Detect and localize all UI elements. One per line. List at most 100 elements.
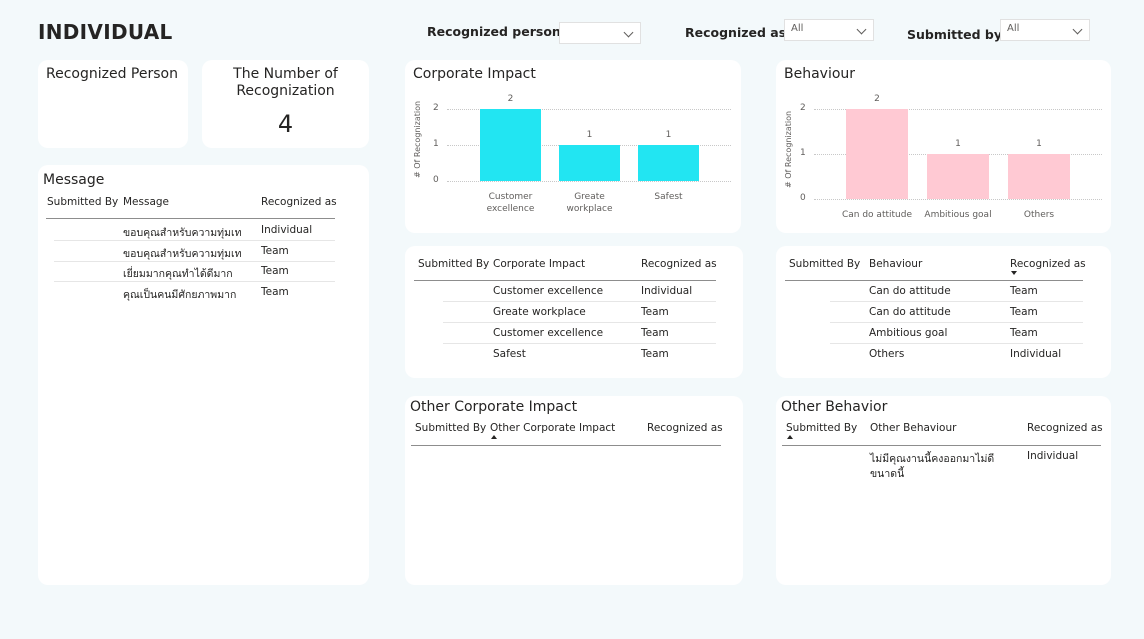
sort-ascending-icon[interactable] xyxy=(491,435,497,439)
y-tick-label: 1 xyxy=(433,139,439,149)
x-category-label: Customer excellence xyxy=(486,192,535,214)
column-header-submitted-by[interactable]: Submitted By xyxy=(789,258,860,270)
message-cell: ขอบคุณสำหรับความทุ่มเท xyxy=(123,227,242,239)
y-tick-label: 0 xyxy=(800,193,806,203)
other-behavior-title: Other Behavior xyxy=(781,399,888,415)
behaviour-chart-title: Behaviour xyxy=(784,66,856,82)
recognization-count-value: 4 xyxy=(277,110,294,138)
column-header-behaviour[interactable]: Behaviour xyxy=(869,258,922,270)
column-header-other-behaviour[interactable]: Other Behaviour xyxy=(870,422,956,434)
bar[interactable] xyxy=(846,109,908,199)
behaviour-cell: Can do attitude xyxy=(869,306,951,318)
slicer-label-recognized-as: Recognized as xyxy=(685,25,787,40)
bar[interactable] xyxy=(927,154,989,199)
row-divider xyxy=(443,322,716,323)
row-divider xyxy=(830,301,1083,302)
recognized-as-cell: Team xyxy=(1010,327,1038,339)
bar[interactable] xyxy=(559,145,620,181)
recognized-as-dropdown[interactable]: All xyxy=(784,19,874,41)
corporate-impact-cell: Customer excellence xyxy=(493,327,604,339)
column-header-recognized-as[interactable]: Recognized as xyxy=(261,196,337,208)
data-label: 1 xyxy=(586,130,593,140)
data-label: 2 xyxy=(874,94,880,104)
data-label: 1 xyxy=(1036,139,1042,149)
column-header-submitted-by[interactable]: Submitted By xyxy=(47,196,118,208)
row-divider xyxy=(830,322,1083,323)
slicer-label-submitted-by: Submitted by xyxy=(907,27,1002,42)
corporate-impact-table-card: Submitted By Corporate Impact Recognized… xyxy=(405,246,743,378)
recognized-as-cell: Team xyxy=(261,265,289,277)
chevron-down-icon xyxy=(1072,24,1083,35)
message-table-card: Message Submitted By Message Recognized … xyxy=(38,165,369,585)
row-divider xyxy=(54,281,335,282)
recognized-as-value: All xyxy=(791,23,804,34)
bar[interactable] xyxy=(1008,154,1070,199)
corporate-impact-cell: Customer excellence xyxy=(493,285,604,297)
recognization-count-card: The Number of Recognization 4 xyxy=(202,60,369,148)
data-label: 2 xyxy=(507,94,514,104)
row-divider xyxy=(830,343,1083,344)
row-divider xyxy=(54,261,335,262)
message-cell: คุณเป็นคนมีศักยภาพมาก xyxy=(123,289,237,301)
submitted-by-value: All xyxy=(1007,23,1020,34)
other-corporate-impact-title: Other Corporate Impact xyxy=(410,399,578,415)
sort-ascending-icon[interactable] xyxy=(787,435,793,439)
chevron-down-icon xyxy=(623,27,634,38)
message-cell: ขอบคุณสำหรับความทุ่มเท xyxy=(123,248,242,260)
x-category-label: Ambitious goal xyxy=(924,210,992,220)
recognized-as-cell: Team xyxy=(261,286,289,298)
y-tick-label: 0 xyxy=(433,175,439,185)
other-corporate-impact-card: Other Corporate Impact Submitted By Othe… xyxy=(405,396,743,585)
column-header-corporate-impact[interactable]: Corporate Impact xyxy=(493,258,585,270)
behaviour-cell: Can do attitude xyxy=(869,285,951,297)
other-behaviour-cell-line2: ขนาดนี้ xyxy=(870,468,905,480)
column-header-recognized-as[interactable]: Recognized as xyxy=(647,422,723,434)
y-tick-label: 2 xyxy=(800,103,806,113)
column-header-message[interactable]: Message xyxy=(123,196,169,208)
sort-descending-icon[interactable] xyxy=(1011,271,1017,275)
gridline xyxy=(447,181,731,182)
header-divider xyxy=(785,280,1083,281)
behaviour-table-card: Submitted By Behaviour Recognized as Can… xyxy=(776,246,1111,378)
message-cell: เยี่ยมมากคุณทำได้ดีมาก xyxy=(123,268,233,280)
corporate-impact-cell: Safest xyxy=(493,348,526,360)
column-header-recognized-as[interactable]: Recognized as xyxy=(641,258,717,270)
column-header-recognized-as[interactable]: Recognized as xyxy=(1010,258,1086,270)
recognized-as-cell: Individual xyxy=(641,285,693,297)
recognized-as-cell: Team xyxy=(641,306,669,318)
count-card-title-line1: The Number of xyxy=(233,66,338,82)
y-tick-label: 2 xyxy=(433,103,439,113)
bar[interactable] xyxy=(638,145,699,181)
slicer-recognized-person: Recognized person xyxy=(405,12,651,52)
column-header-other-corporate-impact[interactable]: Other Corporate Impact xyxy=(490,422,615,434)
y-axis-label: # Of Recognization xyxy=(413,100,422,178)
bar[interactable] xyxy=(480,109,541,181)
recognized-as-cell: Individual xyxy=(261,224,313,236)
corporate-impact-chart-title: Corporate Impact xyxy=(413,66,536,82)
submitted-by-dropdown[interactable]: All xyxy=(1000,19,1090,41)
behaviour-cell: Ambitious goal xyxy=(869,327,948,339)
recognized-as-cell: Team xyxy=(1010,285,1038,297)
column-header-recognized-as[interactable]: Recognized as xyxy=(1027,422,1103,434)
recognized-as-cell: Team xyxy=(261,245,289,257)
recognized-person-card-title: Recognized Person xyxy=(46,66,178,82)
row-divider xyxy=(443,343,716,344)
header-divider xyxy=(782,445,1101,446)
chevron-down-icon xyxy=(856,24,867,35)
recognized-person-dropdown[interactable] xyxy=(559,22,641,44)
gridline xyxy=(814,199,1102,200)
recognized-person-card: Recognized Person xyxy=(38,60,188,148)
behaviour-chart-card: Behaviour # Of Recognization 0 1 2 2 Can do a… xyxy=(776,60,1111,233)
column-header-submitted-by[interactable]: Submitted By xyxy=(415,422,486,434)
other-behavior-card: Other Behavior Submitted By Other Behavi… xyxy=(776,396,1111,585)
column-header-submitted-by[interactable]: Submitted By xyxy=(786,422,857,434)
x-category-label: Safest xyxy=(654,192,683,202)
row-divider xyxy=(443,301,716,302)
recognized-as-cell: Individual xyxy=(1010,348,1062,360)
page-title: INDIVIDUAL xyxy=(38,20,173,44)
column-header-submitted-by[interactable]: Submitted By xyxy=(418,258,489,270)
header-divider xyxy=(414,280,716,281)
data-label: 1 xyxy=(955,139,961,149)
message-table-title: Message xyxy=(43,172,105,188)
recognized-as-cell: Team xyxy=(641,348,669,360)
